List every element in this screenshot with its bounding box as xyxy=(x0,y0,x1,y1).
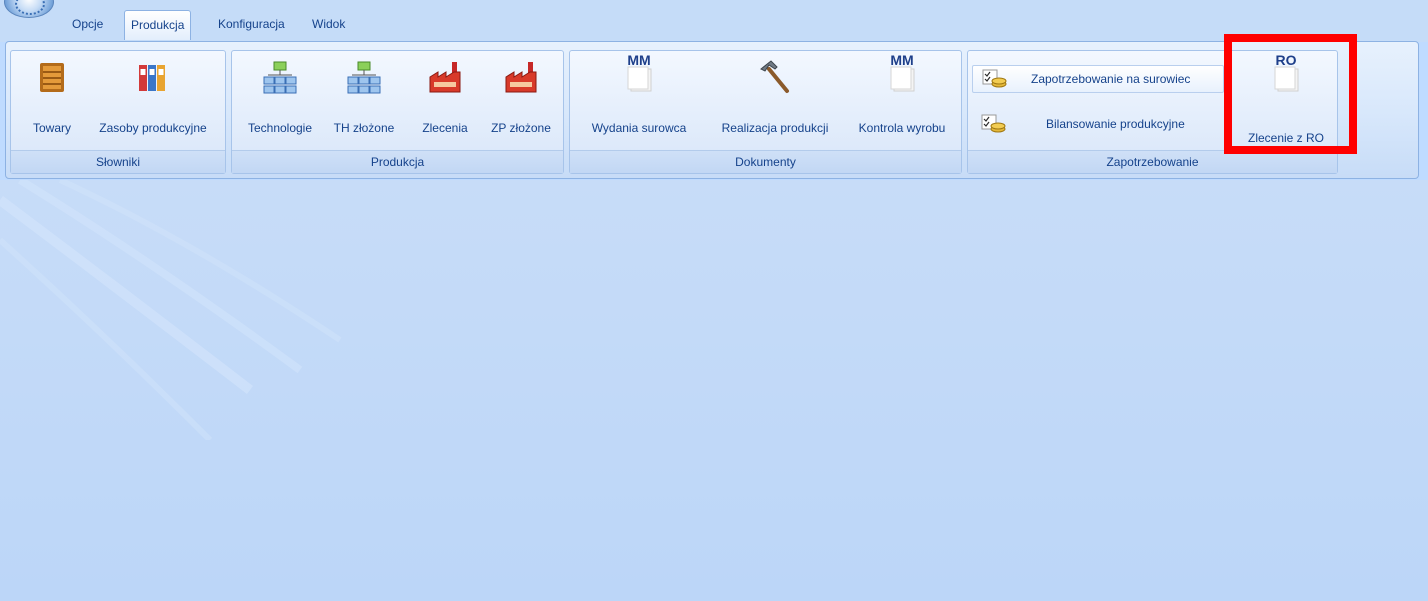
group-label-produkcja: Produkcja xyxy=(232,150,563,173)
highlight-box xyxy=(1224,34,1357,154)
kontrola-wyrobu-button[interactable]: MM Kontrola wyrobu xyxy=(846,51,958,151)
zasoby-produkcyjne-button[interactable]: Zasoby produkcyjne xyxy=(85,51,221,151)
crate-icon xyxy=(40,63,64,92)
th-zlozone-button[interactable]: TH złożone xyxy=(322,51,406,151)
tab-produkcja[interactable]: Produkcja xyxy=(124,10,192,40)
tab-opcje[interactable]: Opcje xyxy=(66,10,109,40)
kontrola-wyrobu-label: Kontrola wyrobu xyxy=(858,121,946,135)
workspace-area xyxy=(0,180,1428,601)
zapotrzebowanie-na-surowiec-button[interactable]: Zapotrzebowanie na surowiec xyxy=(972,65,1224,93)
tab-konfiguracja[interactable]: Konfiguracja xyxy=(212,10,291,40)
realizacja-produkcji-label: Realizacja produkcji xyxy=(721,121,829,135)
zlecenia-button[interactable]: Zlecenia xyxy=(412,51,478,151)
tab-widok[interactable]: Widok xyxy=(306,10,351,40)
hierarchy-icon xyxy=(263,61,297,94)
realizacja-produkcji-button[interactable]: Realizacja produkcji xyxy=(706,51,844,151)
wydania-surowca-button[interactable]: MM Wydania surowca xyxy=(576,51,702,151)
towary-label: Towary xyxy=(32,121,71,135)
svg-text:MM: MM xyxy=(890,53,913,68)
mm-document-icon: MM xyxy=(627,53,652,92)
factory-icon xyxy=(429,62,461,93)
technologie-button[interactable]: Technologie xyxy=(238,51,322,151)
group-produkcja: Technologie TH złożone Zlecenia ZP złożo… xyxy=(231,50,564,174)
svg-text:MM: MM xyxy=(627,53,650,68)
checklist-coins-icon xyxy=(982,69,1007,88)
checklist-coins-icon xyxy=(981,114,1006,133)
binders-icon xyxy=(139,65,165,91)
zapotrzebowanie-na-surowiec-label: Zapotrzebowanie na surowiec xyxy=(1031,72,1191,86)
towary-button[interactable]: Towary xyxy=(21,51,83,151)
hierarchy-icon xyxy=(347,61,381,94)
bilansowanie-produkcyjne-label: Bilansowanie produkcyjne xyxy=(1046,117,1185,131)
factory-icon xyxy=(505,62,537,93)
technologie-label: Technologie xyxy=(247,121,313,135)
decorative-swoosh xyxy=(0,180,342,440)
bilansowanie-produkcyjne-button[interactable]: Bilansowanie produkcyjne xyxy=(972,111,1222,137)
zp-zlozone-label: ZP złożone xyxy=(491,121,551,135)
wydania-surowca-label: Wydania surowca xyxy=(591,121,687,135)
zp-zlozone-button[interactable]: ZP złożone xyxy=(482,51,560,151)
group-slowniki: Towary Zasoby produkcyjne Słowniki xyxy=(10,50,226,174)
group-dokumenty: MM Wydania surowca Realizacja produkcji … xyxy=(569,50,962,174)
th-zlozone-label: TH złożone xyxy=(333,121,395,135)
mm-document-icon: MM xyxy=(890,53,915,92)
hammer-icon xyxy=(760,60,789,93)
zlecenia-label: Zlecenia xyxy=(422,121,468,135)
ribbon-panel: Towary Zasoby produkcyjne Słowniki Techn… xyxy=(5,41,1419,179)
group-label-dokumenty: Dokumenty xyxy=(570,150,961,173)
group-label-slowniki: Słowniki xyxy=(11,150,225,173)
zasoby-produkcyjne-label: Zasoby produkcyjne xyxy=(99,121,207,135)
